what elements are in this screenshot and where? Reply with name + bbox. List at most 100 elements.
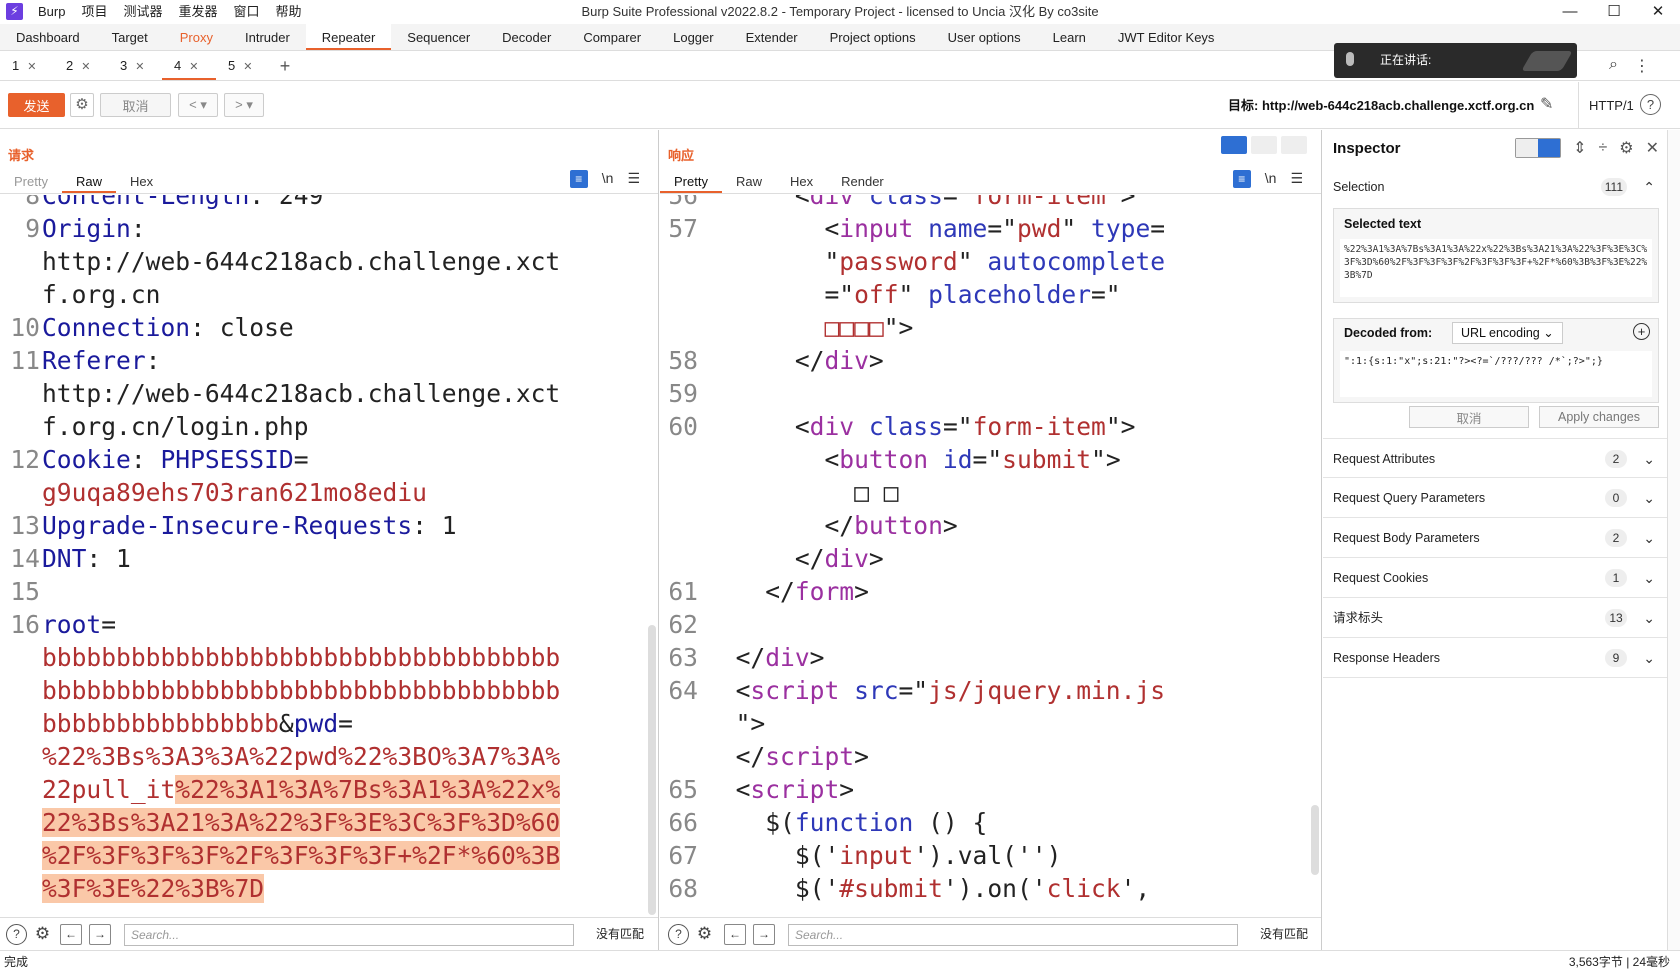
maximize-icon[interactable]: ☐ — [1592, 0, 1636, 23]
microphone-icon — [1346, 52, 1354, 66]
request-search-input[interactable]: Search... — [124, 924, 574, 946]
status-bar: 完成 3,563字节 | 24毫秒 — [0, 950, 1680, 973]
menu-repeater[interactable]: 重发器 — [171, 0, 226, 23]
response-tab-raw[interactable]: Raw — [722, 170, 776, 193]
response-search-input[interactable]: Search... — [788, 924, 1238, 946]
menu-icon[interactable]: ☰ — [1290, 170, 1303, 188]
previous-request-button[interactable]: < ▾ — [178, 93, 218, 117]
more-options-icon[interactable]: ⋮ — [1634, 56, 1650, 76]
help-icon[interactable]: ? — [1640, 94, 1661, 115]
layout-top-bottom-icon[interactable] — [1251, 136, 1277, 154]
search-next-icon[interactable]: → — [89, 924, 111, 945]
menu-help[interactable]: 帮助 — [268, 0, 310, 23]
repeater-tab-1[interactable]: 1 ✕ — [0, 52, 54, 80]
collapse-all-icon[interactable]: ÷ — [1598, 139, 1607, 157]
tab-logger[interactable]: Logger — [657, 24, 729, 50]
tab-dashboard[interactable]: Dashboard — [0, 24, 96, 50]
close-tab-icon[interactable]: ✕ — [189, 61, 198, 73]
repeater-tab-3[interactable]: 3 ✕ — [108, 52, 162, 80]
request-tab-hex[interactable]: Hex — [116, 170, 167, 193]
minimize-icon[interactable]: — — [1548, 0, 1592, 23]
search-prev-icon[interactable]: ← — [724, 924, 746, 945]
response-tab-render[interactable]: Render — [827, 170, 898, 193]
inspector-section-cookies[interactable]: Request Cookies 1 ⌄ — [1323, 558, 1667, 598]
tab-proxy[interactable]: Proxy — [164, 24, 229, 50]
response-size-time: 3,563字节 | 24毫秒 — [1568, 955, 1670, 969]
gear-icon[interactable]: ⚙ — [32, 924, 53, 945]
close-icon[interactable]: ✕ — [1636, 0, 1680, 23]
layout-left-icon[interactable] — [1516, 139, 1539, 157]
gear-icon[interactable]: ⚙ — [694, 924, 715, 945]
request-editor[interactable]: 8 Content-Length: 249 9 Origin: http://web… — [0, 195, 658, 915]
layout-right-icon[interactable] — [1538, 139, 1561, 157]
search-next-icon[interactable]: → — [753, 924, 775, 945]
inspector-section-response-headers[interactable]: Response Headers 9 ⌄ — [1323, 638, 1667, 678]
help-icon[interactable]: ? — [6, 924, 27, 945]
inspector-section-request-headers[interactable]: 请求标头 13 ⌄ — [1323, 598, 1667, 638]
menu-window[interactable]: 窗口 — [226, 0, 268, 23]
word-wrap-icon[interactable]: ≡ — [1232, 170, 1251, 188]
close-tab-icon[interactable]: ✕ — [27, 61, 36, 73]
send-button[interactable]: 发送 — [8, 93, 65, 117]
newline-toggle-icon[interactable]: \n — [602, 170, 614, 188]
layout-tabs-icon[interactable] — [1281, 136, 1307, 154]
inspector-collapse-strip[interactable] — [1667, 130, 1680, 950]
newline-toggle-icon[interactable]: \n — [1265, 170, 1277, 188]
menu-project[interactable]: 项目 — [73, 0, 115, 23]
inspector-section-body-parameters[interactable]: Request Body Parameters 2 ⌄ — [1323, 518, 1667, 558]
response-tab-pretty[interactable]: Pretty — [660, 170, 722, 193]
tab-repeater[interactable]: Repeater — [305, 24, 392, 50]
close-tab-icon[interactable]: ✕ — [135, 61, 144, 73]
apply-changes-button[interactable]: Apply changes — [1539, 406, 1659, 428]
tab-comparer[interactable]: Comparer — [567, 24, 657, 50]
inspector-cancel-button[interactable]: 取消 — [1409, 406, 1529, 428]
inspector-section-request-attributes[interactable]: Request Attributes 2 ⌄ — [1323, 438, 1667, 478]
selected-text-value[interactable]: %22%3A1%3A%7Bs%3A1%3A%22x%22%3Bs%3A21%3A… — [1340, 239, 1652, 297]
add-tab-icon[interactable]: + — [270, 52, 300, 80]
response-tab-hex[interactable]: Hex — [776, 170, 827, 193]
repeater-tab-4[interactable]: 4 ✕ — [162, 52, 216, 80]
cancel-button[interactable]: 取消 — [100, 93, 171, 117]
repeater-tab-2[interactable]: 2 ✕ — [54, 52, 108, 80]
add-decoding-icon[interactable]: + — [1633, 323, 1650, 340]
selected-text-box: Selected text %22%3A1%3A%7Bs%3A1%3A%22x%… — [1333, 208, 1659, 303]
menu-burp[interactable]: Burp — [30, 0, 73, 23]
menu-icon[interactable]: ☰ — [627, 170, 640, 188]
tab-project-options[interactable]: Project options — [814, 24, 932, 50]
http-version[interactable]: HTTP/1 — [1578, 82, 1634, 129]
response-scrollbar[interactable] — [1311, 805, 1319, 875]
request-tab-pretty[interactable]: Pretty — [0, 170, 62, 193]
close-tab-icon[interactable]: ✕ — [243, 61, 252, 73]
tab-user-options[interactable]: User options — [932, 24, 1037, 50]
edit-target-icon[interactable]: ✎ — [1540, 94, 1553, 114]
inspector-selection-header[interactable]: Selection 111 ⌃ — [1323, 167, 1667, 207]
inspector-layout-switch[interactable] — [1515, 138, 1562, 158]
gear-icon[interactable]: ⚙ — [70, 93, 94, 117]
decoding-select[interactable]: URL encoding ⌄ — [1452, 322, 1563, 344]
tab-learn[interactable]: Learn — [1037, 24, 1102, 50]
repeater-tab-5[interactable]: 5 ✕ — [216, 52, 270, 80]
request-tab-raw[interactable]: Raw — [61, 170, 116, 193]
tab-jwt-editor-keys[interactable]: JWT Editor Keys — [1102, 24, 1231, 50]
layout-side-by-side-icon[interactable] — [1221, 136, 1247, 154]
inspector-section-query-parameters[interactable]: Request Query Parameters 0 ⌄ — [1323, 478, 1667, 518]
next-request-button[interactable]: > ▾ — [224, 93, 264, 117]
search-icon[interactable]: ⌕ — [1609, 56, 1618, 76]
request-scrollbar[interactable] — [648, 625, 656, 915]
help-icon[interactable]: ? — [668, 924, 689, 945]
tab-intruder[interactable]: Intruder — [229, 24, 306, 50]
word-wrap-icon[interactable]: ≡ — [569, 170, 588, 188]
tab-extender[interactable]: Extender — [730, 24, 814, 50]
chevron-up-icon[interactable]: ⌃ — [1643, 167, 1655, 207]
menu-intruder[interactable]: 测试器 — [115, 0, 170, 23]
gear-icon[interactable]: ⚙ — [1619, 138, 1633, 158]
close-icon[interactable]: ✕ — [1646, 138, 1659, 158]
decoded-text-value[interactable]: ":1:{s:1:"x";s:21:"?><?=`/???/??? /*`;?>… — [1340, 351, 1652, 397]
tab-sequencer[interactable]: Sequencer — [391, 24, 486, 50]
expand-all-icon[interactable]: ⇕ — [1573, 138, 1586, 158]
close-tab-icon[interactable]: ✕ — [81, 61, 90, 73]
search-prev-icon[interactable]: ← — [60, 924, 82, 945]
tab-target[interactable]: Target — [96, 24, 164, 50]
response-editor[interactable]: 56 <div class="form-item"> 57 <input nam… — [660, 195, 1321, 915]
tab-decoder[interactable]: Decoder — [486, 24, 567, 50]
